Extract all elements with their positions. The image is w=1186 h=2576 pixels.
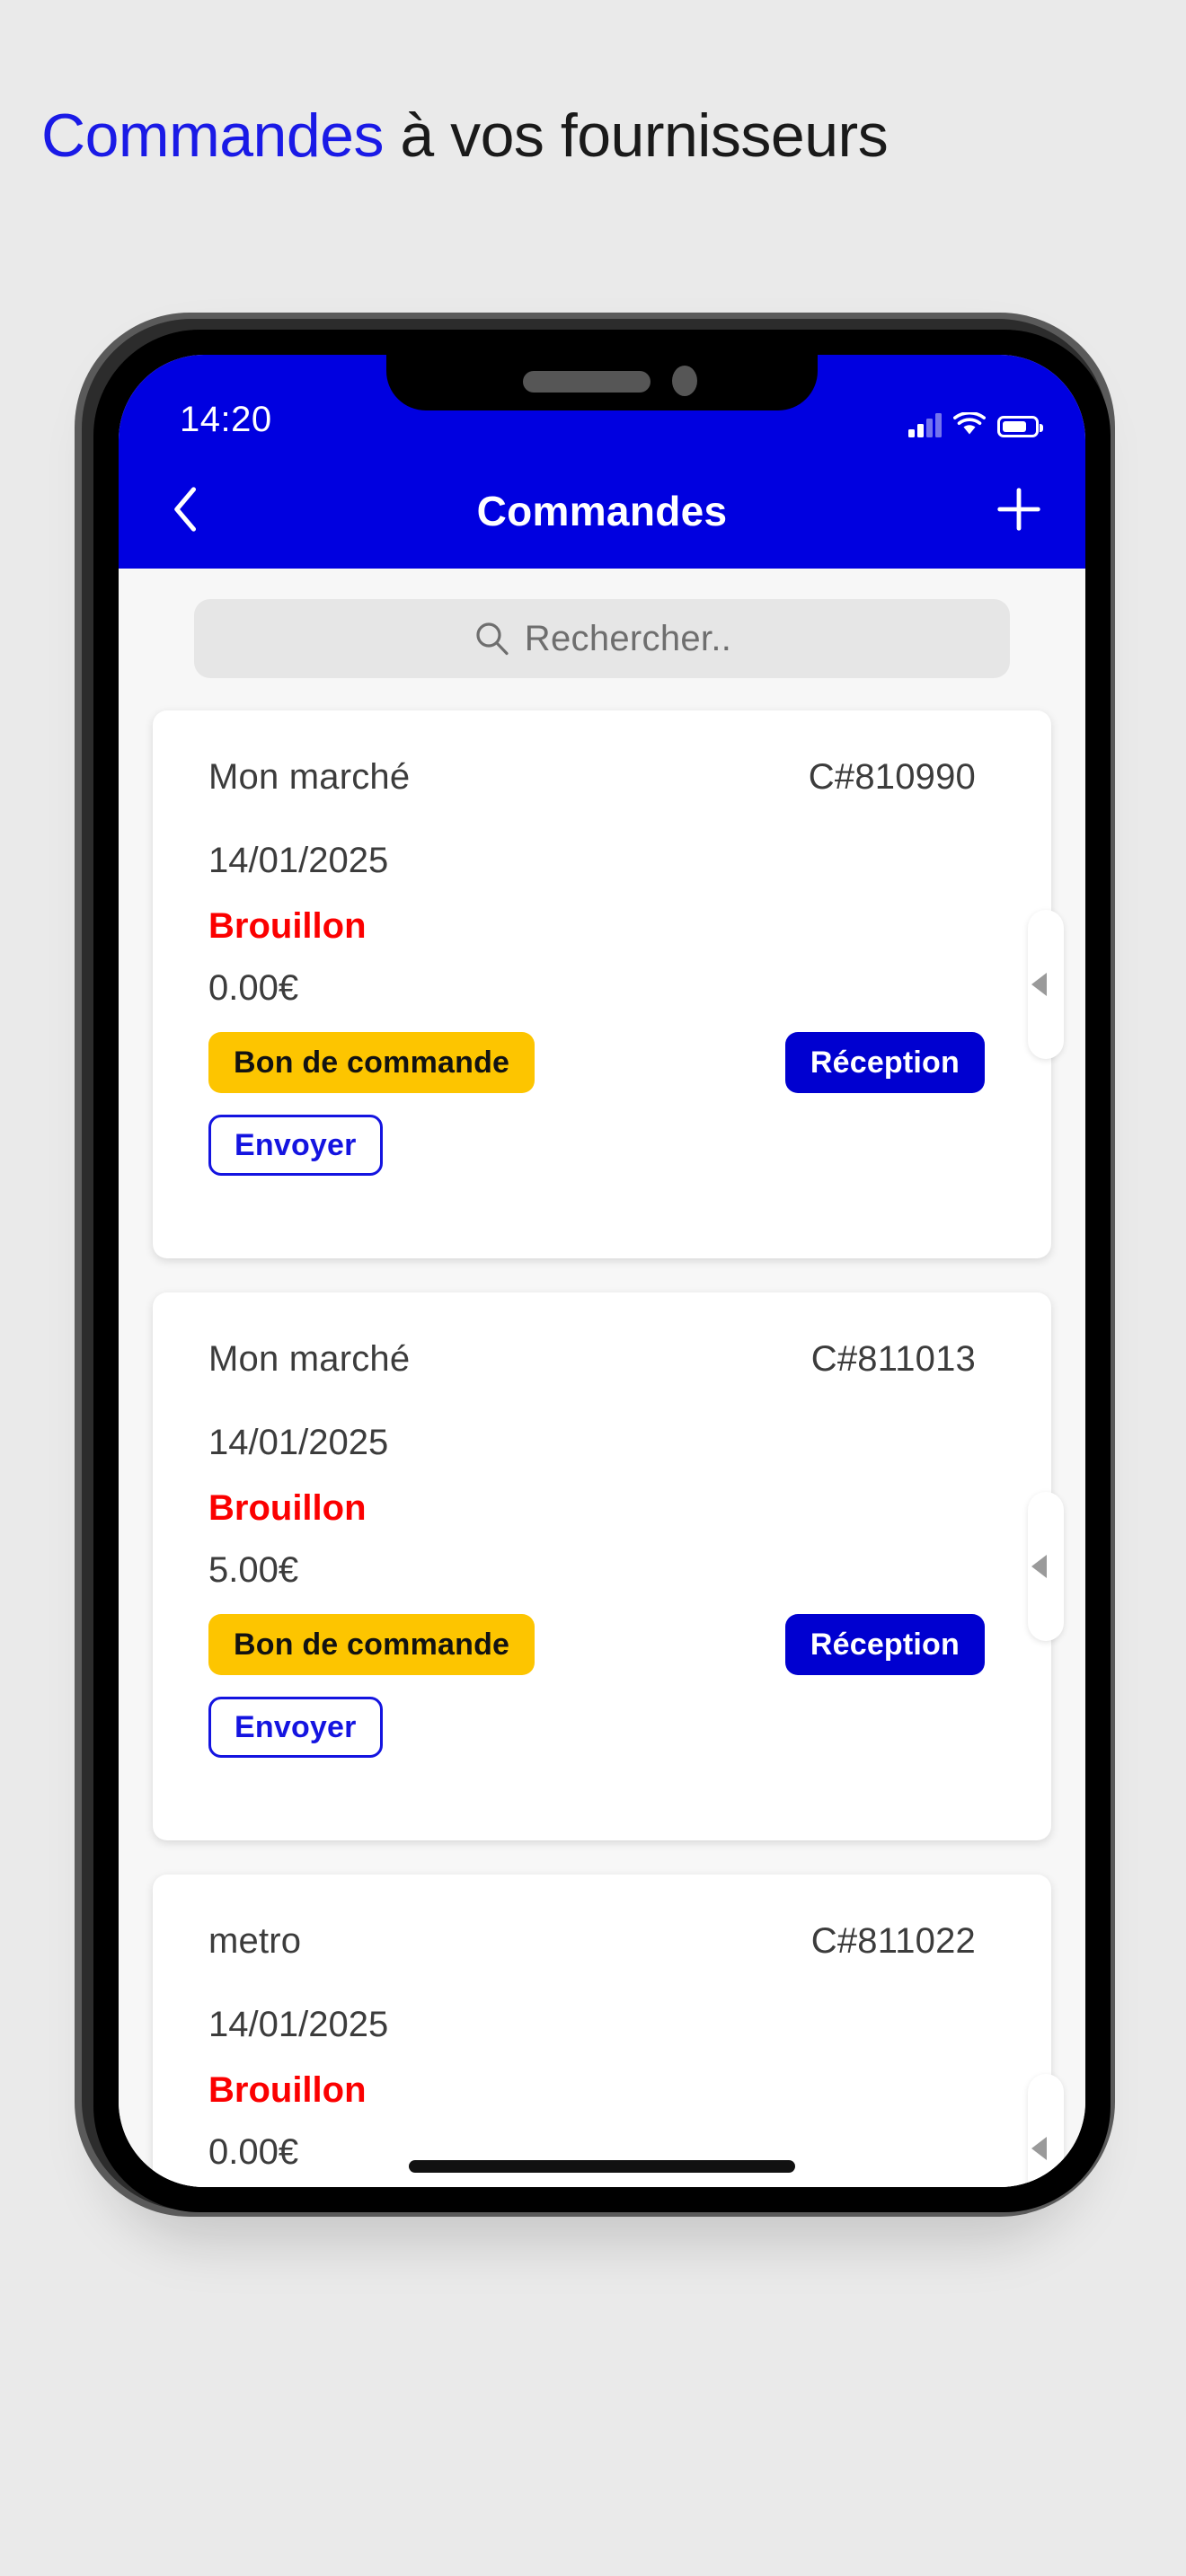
order-supplier: metro	[208, 1921, 302, 1961]
chevron-left-icon	[1031, 1555, 1047, 1578]
order-amount: 0.00€	[208, 968, 299, 1008]
orders-list: Mon marché C#810990 14/01/2025 Brouillon…	[119, 710, 1085, 2187]
order-date: 14/01/2025	[208, 1423, 389, 1462]
phone-frame-outer: 14:20 Commandes Rechercher.. Mon marché …	[75, 313, 1115, 2217]
order-card[interactable]: Mon marché C#810990 14/01/2025 Brouillon…	[153, 710, 1064, 1258]
order-secondary-actions: Envoyer	[153, 1697, 1051, 1758]
chevron-left-icon	[171, 484, 201, 539]
status-bar: 14:20	[119, 355, 1085, 454]
search-placeholder: Rechercher..	[524, 618, 732, 658]
page-title: Commandes à vos fournisseurs	[41, 105, 889, 166]
envoyer-button[interactable]: Envoyer	[208, 1115, 383, 1176]
phone-bezel: 14:20 Commandes Rechercher.. Mon marché …	[93, 330, 1111, 2212]
bon-de-commande-button[interactable]: Bon de commande	[208, 1032, 535, 1093]
page-title-highlight: Commandes	[41, 101, 385, 170]
bon-de-commande-button[interactable]: Bon de commande	[208, 1614, 535, 1675]
order-card-header: metro C#811022	[153, 1921, 1051, 1962]
wifi-icon	[953, 410, 986, 437]
swipe-reveal-handle[interactable]	[1028, 910, 1064, 1059]
order-card[interactable]: metro C#811022 14/01/2025 Brouillon 0.00…	[153, 1875, 1064, 2187]
status-badge: Brouillon	[208, 2070, 367, 2110]
plus-icon	[993, 483, 1045, 540]
order-number: C#811013	[810, 1339, 976, 1379]
reception-button[interactable]: Réception	[784, 1032, 985, 1093]
order-card-header: Mon marché C#810990	[153, 757, 1051, 798]
phone-frame-inner: 14:20 Commandes Rechercher.. Mon marché …	[82, 319, 1111, 2212]
status-badge: Brouillon	[208, 906, 367, 946]
search-input[interactable]: Rechercher..	[194, 599, 1010, 678]
status-indicators	[908, 403, 1043, 437]
envoyer-button[interactable]: Envoyer	[208, 1697, 383, 1758]
nav-title: Commandes	[476, 488, 728, 534]
phone-notch	[386, 355, 818, 410]
order-number: C#811022	[810, 1921, 976, 1961]
status-time: 14:20	[180, 400, 272, 439]
phone-screen: 14:20 Commandes Rechercher.. Mon marché …	[119, 355, 1085, 2187]
search-icon	[473, 620, 510, 657]
chevron-left-icon	[1031, 973, 1047, 996]
order-supplier: Mon marché	[208, 1339, 411, 1379]
home-indicator[interactable]	[409, 2160, 795, 2173]
order-date: 14/01/2025	[208, 2005, 389, 2044]
order-card[interactable]: Mon marché C#811013 14/01/2025 Brouillon…	[153, 1292, 1064, 1840]
swipe-reveal-handle[interactable]	[1028, 1492, 1064, 1641]
add-order-button[interactable]	[990, 482, 1048, 540]
cellular-signal-icon	[908, 412, 942, 437]
order-actions: Bon de commande Réception	[153, 1614, 1051, 1675]
battery-icon	[997, 416, 1043, 437]
swipe-reveal-handle[interactable]	[1028, 2074, 1064, 2187]
orders-screen-content: Rechercher.. Mon marché C#810990 14/01/2…	[119, 569, 1085, 2187]
status-badge: Brouillon	[208, 1488, 367, 1528]
page-title-rest: à vos fournisseurs	[384, 101, 889, 170]
app-navigation-bar: Commandes	[119, 454, 1085, 569]
order-actions: Bon de commande Réception	[153, 1032, 1051, 1093]
reception-button[interactable]: Réception	[784, 1614, 985, 1675]
phone-mockup: 14:20 Commandes Rechercher.. Mon marché …	[75, 313, 1115, 2244]
back-button[interactable]	[158, 483, 214, 539]
order-supplier: Mon marché	[208, 757, 411, 797]
order-secondary-actions: Envoyer	[153, 1115, 1051, 1176]
earpiece-speaker	[523, 371, 651, 393]
order-number: C#810990	[808, 757, 976, 797]
order-card-header: Mon marché C#811013	[153, 1339, 1051, 1380]
order-date: 14/01/2025	[208, 841, 389, 880]
front-camera	[672, 366, 697, 396]
order-amount: 5.00€	[208, 1550, 299, 1590]
chevron-left-icon	[1031, 2137, 1047, 2160]
